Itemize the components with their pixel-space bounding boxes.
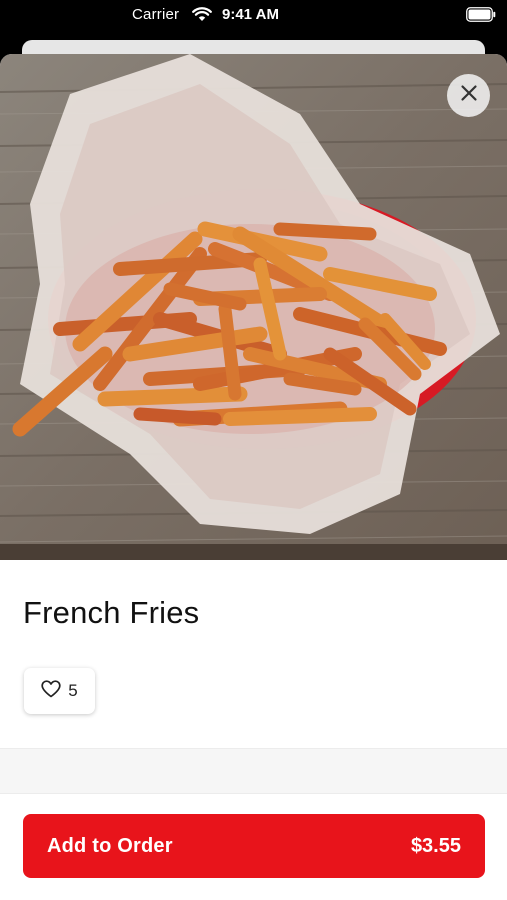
- add-to-order-button[interactable]: Add to Order $3.55: [23, 814, 485, 878]
- close-icon: [460, 84, 478, 107]
- section-divider: [0, 748, 507, 794]
- item-detail-sheet: French Fries 5 Add to Order $3.55: [0, 54, 507, 900]
- item-title: French Fries: [23, 595, 200, 630]
- order-price: $3.55: [410, 835, 461, 857]
- like-button[interactable]: 5: [24, 668, 95, 714]
- battery-icon: [466, 7, 496, 22]
- like-count: 5: [68, 681, 78, 700]
- status-bar: Carrier 9:41 AM: [0, 0, 507, 32]
- carrier-label: Carrier: [132, 6, 180, 23]
- wifi-icon: [192, 7, 212, 22]
- status-time: 9:41 AM: [222, 6, 279, 23]
- add-to-order-label: Add to Order: [47, 835, 173, 857]
- item-photo: [0, 54, 507, 560]
- heart-icon: [41, 679, 61, 703]
- close-button[interactable]: [447, 74, 490, 117]
